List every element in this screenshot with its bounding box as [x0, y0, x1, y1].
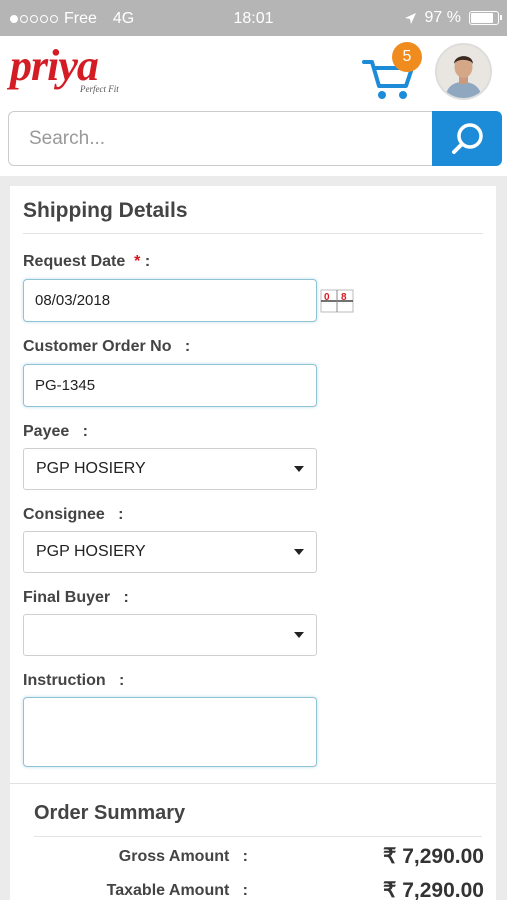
request-date-label: Request Date * : [23, 253, 151, 270]
divider [23, 233, 483, 234]
cart-button[interactable]: 5 [362, 42, 422, 102]
dropdown-caret-icon [294, 549, 304, 555]
battery-percent: 97 % [424, 9, 461, 26]
section-title: Shipping Details [23, 199, 188, 222]
instruction-label: Instruction : [23, 672, 125, 689]
final-buyer-label: Final Buyer : [23, 589, 129, 606]
request-date-field[interactable] [23, 279, 317, 322]
required-marker: * [134, 253, 141, 270]
taxable-amount-label: Taxable Amount : [106, 882, 248, 899]
brand-logo[interactable]: priya Perfect Fit [10, 44, 130, 100]
consignee-label: Consignee : [23, 506, 124, 523]
payee-selected-value: PGP HOSIERY [36, 460, 146, 477]
order-summary-title: Order Summary [34, 802, 186, 824]
customer-order-no-field[interactable] [23, 364, 317, 407]
avatar[interactable] [435, 43, 492, 100]
battery-icon [469, 11, 502, 25]
payee-select[interactable]: PGP HOSIERY [23, 448, 317, 490]
order-summary-card: Order Summary Gross Amount : ₹ 7,290.00 … [10, 783, 496, 900]
dropdown-caret-icon [294, 466, 304, 472]
shipping-details-card: Shipping Details Request Date * : 0 8 Cu… [10, 186, 496, 786]
gross-amount-label: Gross Amount : [118, 848, 248, 865]
app-header: priya Perfect Fit 5 [0, 36, 507, 104]
consignee-select[interactable]: PGP HOSIERY [23, 531, 317, 573]
cart-count-badge: 5 [392, 42, 422, 72]
instruction-textarea[interactable] [23, 697, 317, 767]
calendar-icon[interactable]: 0 8 [320, 288, 356, 314]
divider [34, 836, 482, 837]
logo-tagline: Perfect Fit [80, 84, 119, 94]
svg-text:0: 0 [324, 292, 330, 303]
search-bar [0, 104, 507, 176]
user-photo-icon [437, 45, 490, 98]
status-right: 97 % [404, 9, 502, 27]
search-icon [452, 123, 483, 154]
logo-text: priya [10, 41, 99, 90]
consignee-selected-value: PGP HOSIERY [36, 543, 146, 560]
taxable-amount-value: ₹ 7,290.00 [383, 879, 484, 900]
payee-label: Payee : [23, 423, 88, 440]
search-input[interactable] [8, 111, 434, 166]
gross-amount-value: ₹ 7,290.00 [383, 845, 484, 868]
search-button[interactable] [432, 111, 502, 166]
dropdown-caret-icon [294, 632, 304, 638]
status-bar: Free 4G 18:01 97 % [0, 0, 507, 36]
svg-text:8: 8 [341, 292, 347, 303]
final-buyer-select[interactable] [23, 614, 317, 656]
location-arrow-icon [404, 12, 416, 24]
customer-order-no-label: Customer Order No : [23, 338, 191, 355]
